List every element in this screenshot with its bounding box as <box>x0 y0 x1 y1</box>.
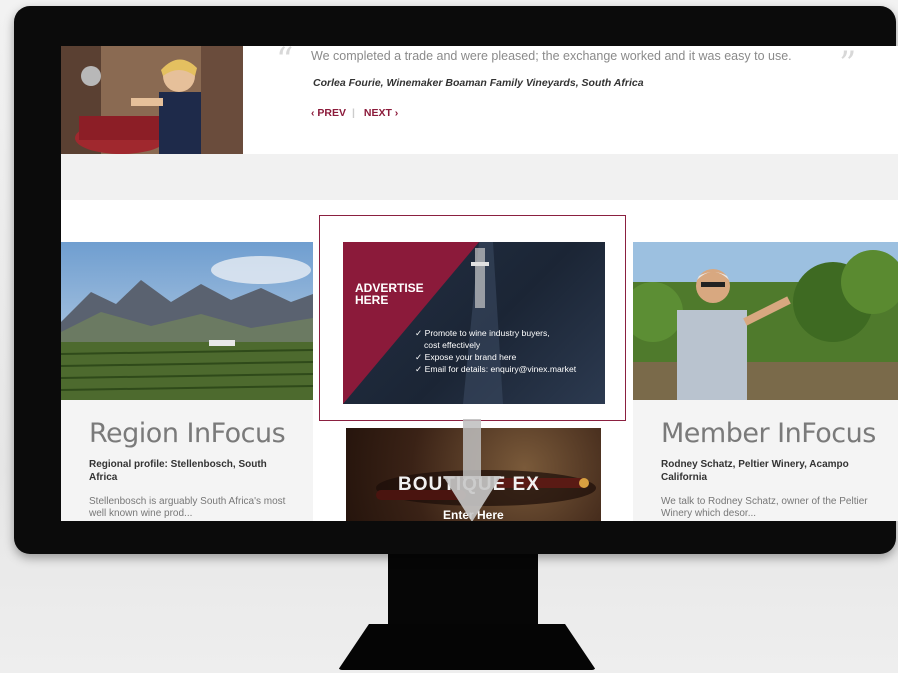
pointer-arrow-shaft <box>463 419 481 479</box>
website-screen: “ We completed a trade and were pleased;… <box>61 46 898 521</box>
testimonial-author: Corlea Fourie, Winemaker Boaman Family V… <box>313 77 644 89</box>
benefit-item: ✓ Expose your brand here <box>415 352 517 362</box>
next-link[interactable]: NEXT › <box>364 107 398 119</box>
advertise-title-line2: HERE <box>355 293 389 307</box>
advertise-title: ADVERTISE HERE <box>355 282 424 306</box>
member-infocus-card[interactable]: Member InFocus Rodney Schatz, Peltier Wi… <box>633 242 898 521</box>
member-vineyard-photo <box>633 242 898 400</box>
winemaker-photo <box>61 46 243 154</box>
benefit-item: cost effectively <box>424 340 481 350</box>
testimonial-quote: We completed a trade and were pleased; t… <box>311 49 792 63</box>
region-excerpt: Stellenbosch is arguably South Africa's … <box>89 496 286 519</box>
section-divider-band <box>61 154 898 200</box>
close-quote-icon: ” <box>839 46 857 84</box>
testimonial-pager: ‹ PREV | NEXT › <box>311 107 404 119</box>
monitor-frame: “ We completed a trade and were pleased;… <box>14 6 898 554</box>
benefit-email-item[interactable]: ✓ Email for details: enquiry@vinex.marke… <box>415 363 576 375</box>
prev-link[interactable]: ‹ PREV <box>311 107 346 119</box>
region-title[interactable]: Region InFocus <box>89 418 286 449</box>
open-quote-icon: “ <box>276 46 294 80</box>
pager-divider: | <box>352 107 355 119</box>
member-excerpt: We talk to Rodney Schatz, owner of the P… <box>661 496 868 519</box>
advertise-benefits-list: ✓ Promote to wine industry buyers, cost … <box>415 327 576 375</box>
region-subtitle[interactable]: Regional profile: Stellenbosch, South Af… <box>89 458 279 484</box>
region-infocus-card[interactable]: Region InFocus Regional profile: Stellen… <box>61 242 313 521</box>
benefit-item: ✓ Promote to wine industry buyers, <box>415 328 550 338</box>
member-title[interactable]: Member InFocus <box>661 418 876 449</box>
member-subtitle[interactable]: Rodney Schatz, Peltier Winery, Acampo Ca… <box>661 458 861 484</box>
advertise-here-banner[interactable]: ADVERTISE HERE ✓ Promote to wine industr… <box>343 242 605 404</box>
monitor-stand-base <box>338 624 596 670</box>
testimonial-section: “ We completed a trade and were pleased;… <box>61 46 898 154</box>
stellenbosch-landscape-image <box>61 242 313 400</box>
